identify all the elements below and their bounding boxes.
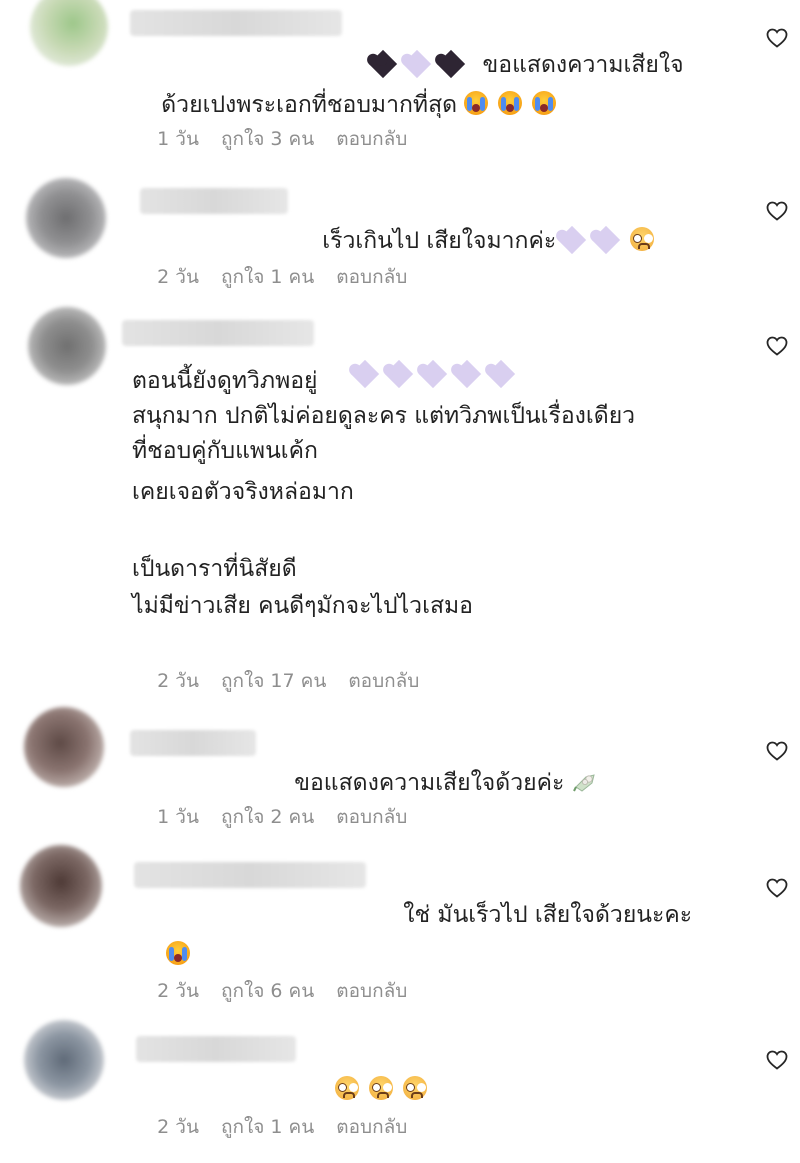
comment-meta: 1 วัน ถูกใจ 2 คน ตอบกลับ	[133, 781, 429, 853]
comment-meta: 2 วัน ถูกใจ 17 คน ตอบกลับ	[133, 645, 441, 717]
comment-text-line: เป็นดาราที่นิสัยดี	[132, 556, 297, 582]
timestamp[interactable]: 2 วัน	[157, 1116, 199, 1138]
avatar[interactable]	[26, 178, 106, 258]
white-heart-icon	[385, 359, 414, 389]
reply-button[interactable]: ตอบกลับ	[336, 806, 407, 828]
username-redacted[interactable]	[130, 10, 342, 36]
white-heart-icon	[453, 359, 482, 389]
heart-outline-icon[interactable]	[764, 1048, 790, 1072]
reply-button[interactable]: ตอบกลับ	[336, 980, 407, 1002]
heart-outline-icon[interactable]	[764, 334, 790, 358]
heart-outline-icon[interactable]	[764, 876, 790, 900]
timestamp[interactable]: 2 วัน	[157, 670, 199, 692]
heart-outline-icon[interactable]	[764, 26, 790, 50]
white-heart-icon	[558, 225, 587, 255]
timestamp[interactable]: 1 วัน	[157, 806, 199, 828]
likes-count[interactable]: ถูกใจ 1 คน	[221, 1116, 314, 1138]
username-redacted[interactable]	[136, 1036, 296, 1062]
username-redacted[interactable]	[134, 862, 366, 888]
likes-count[interactable]: ถูกใจ 6 คน	[221, 980, 314, 1002]
comment-text-line: ที่ชอบคู่กับแพนเค้ก	[132, 438, 318, 464]
reply-button[interactable]: ตอบกลับ	[336, 266, 407, 288]
avatar[interactable]	[30, 0, 108, 66]
reply-button[interactable]: ตอบกลับ	[348, 670, 419, 692]
likes-count[interactable]: ถูกใจ 1 คน	[221, 266, 314, 288]
comment-text-line: สนุกมาก ปกติไม่ค่อยดูละคร แต่ทวิภพเป็นเร…	[132, 403, 636, 429]
avatar[interactable]	[20, 845, 102, 927]
crying-face-icon	[532, 91, 557, 115]
username-redacted[interactable]	[122, 320, 314, 346]
reply-button[interactable]: ตอบกลับ	[336, 128, 407, 150]
bouquet-icon	[572, 774, 595, 792]
crying-face-icon	[498, 91, 523, 115]
comment-text-line: เคยเจอตัวจริงหล่อมาก	[132, 479, 354, 505]
likes-count[interactable]: ถูกใจ 2 คน	[221, 806, 314, 828]
white-heart-icon	[351, 359, 380, 389]
crying-face-icon	[464, 91, 489, 115]
comment-meta: 2 วัน ถูกใจ 6 คน ตอบกลับ	[133, 955, 429, 1027]
comment-text-line: ใช่ มันเร็วไป เสียใจด้วยนะคะ	[403, 902, 693, 928]
avatar[interactable]	[24, 1020, 104, 1100]
white-heart-icon	[592, 225, 621, 255]
likes-count[interactable]: ถูกใจ 3 คน	[221, 128, 314, 150]
timestamp[interactable]: 2 วัน	[157, 266, 199, 288]
avatar[interactable]	[28, 307, 106, 385]
username-redacted[interactable]	[140, 188, 288, 214]
heart-outline-icon[interactable]	[764, 739, 790, 763]
pleading-face-icon	[630, 227, 655, 251]
comment-meta: 2 วัน ถูกใจ 1 คน ตอบกลับ	[133, 241, 429, 313]
username-redacted[interactable]	[130, 730, 256, 756]
comment-text-line: ตอนนี้ยังดูทวิภพอยู่	[132, 368, 318, 394]
heart-outline-icon[interactable]	[764, 199, 790, 223]
likes-count[interactable]: ถูกใจ 17 คน	[221, 670, 326, 692]
white-heart-icon	[419, 359, 448, 389]
reply-button[interactable]: ตอบกลับ	[336, 1116, 407, 1138]
white-heart-icon	[487, 359, 516, 389]
timestamp[interactable]: 1 วัน	[157, 128, 199, 150]
comment-meta: 2 วัน ถูกใจ 1 คน ตอบกลับ	[133, 1091, 429, 1163]
avatar[interactable]	[24, 707, 104, 787]
comment-text-line: ไม่มีข่าวเสีย คนดีๆมักจะไปไวเสมอ	[132, 593, 473, 619]
timestamp[interactable]: 2 วัน	[157, 980, 199, 1002]
comment-meta: 1 วัน ถูกใจ 3 คน ตอบกลับ	[133, 103, 429, 175]
